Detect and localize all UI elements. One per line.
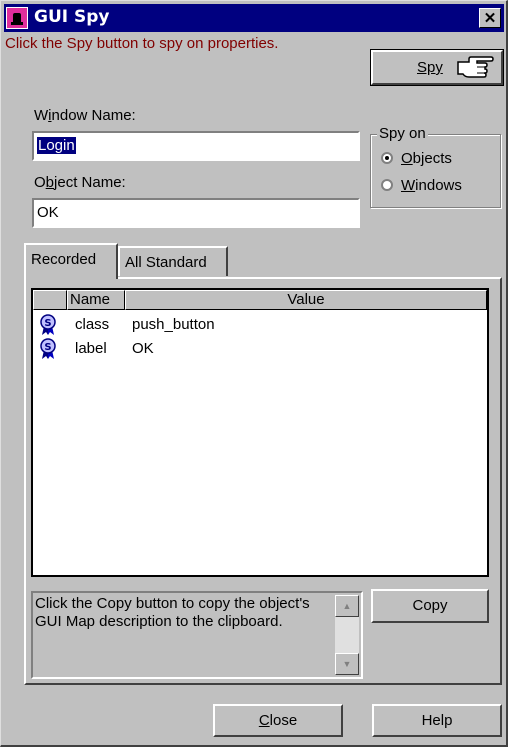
spy-button[interactable]: Spy [370, 49, 504, 86]
spy-on-group: Spy on Objects Windows [370, 125, 501, 208]
window-name-field[interactable]: Login [32, 131, 360, 161]
radio-objects[interactable]: Objects [381, 150, 452, 167]
app-icon [6, 7, 28, 29]
svg-text:S: S [44, 342, 51, 353]
icon-column-header[interactable] [33, 290, 67, 310]
svg-text:S: S [44, 318, 51, 329]
property-name: class [75, 316, 110, 333]
gui-spy-window: GUI Spy ✕ Click the Spy button to spy on… [0, 0, 508, 747]
property-value: push_button [132, 316, 215, 333]
radio-objects-indicator[interactable] [381, 152, 393, 164]
copy-button[interactable]: Copy [371, 589, 489, 623]
tab-all-standard[interactable]: All Standard [118, 246, 228, 276]
table-row[interactable]: S class push_button [33, 314, 487, 338]
table-row[interactable]: S label OK [33, 338, 487, 362]
window-name-label: Window Name: [34, 107, 136, 124]
spy-button-label: Spy [417, 59, 443, 76]
property-ribbon-icon: S [40, 338, 56, 359]
scroll-down-icon[interactable]: ▼ [335, 653, 359, 675]
description-scrollbar[interactable]: ▲ ▼ [335, 595, 359, 675]
pointing-hand-icon [457, 56, 494, 78]
property-value: OK [132, 340, 154, 357]
radio-windows[interactable]: Windows [381, 177, 462, 194]
properties-list[interactable]: Name Value S class push_button S label O… [31, 288, 489, 577]
spy-instruction: Click the Spy button to spy on propertie… [5, 35, 279, 52]
scroll-up-icon[interactable]: ▲ [335, 595, 359, 617]
title-bar[interactable]: GUI Spy ✕ [4, 4, 504, 32]
description-box[interactable]: Click the Copy button to copy the object… [31, 591, 363, 679]
window-title: GUI Spy [34, 7, 110, 27]
tab-recorded[interactable]: Recorded [24, 243, 118, 279]
close-button[interactable]: Close [213, 704, 343, 737]
object-name-field[interactable]: OK [32, 198, 360, 228]
window-name-value: Login [37, 137, 76, 154]
name-column-header[interactable]: Name [67, 290, 125, 310]
spy-on-legend: Spy on [377, 125, 428, 142]
property-name: label [75, 340, 107, 357]
help-button[interactable]: Help [372, 704, 502, 737]
value-column-header[interactable]: Value [125, 290, 487, 310]
close-window-button[interactable]: ✕ [479, 8, 501, 28]
object-name-value: OK [37, 204, 59, 221]
object-name-label: Object Name: [34, 174, 126, 191]
description-text: Click the Copy button to copy the object… [35, 595, 310, 630]
property-ribbon-icon: S [40, 314, 56, 335]
radio-windows-indicator[interactable] [381, 179, 393, 191]
